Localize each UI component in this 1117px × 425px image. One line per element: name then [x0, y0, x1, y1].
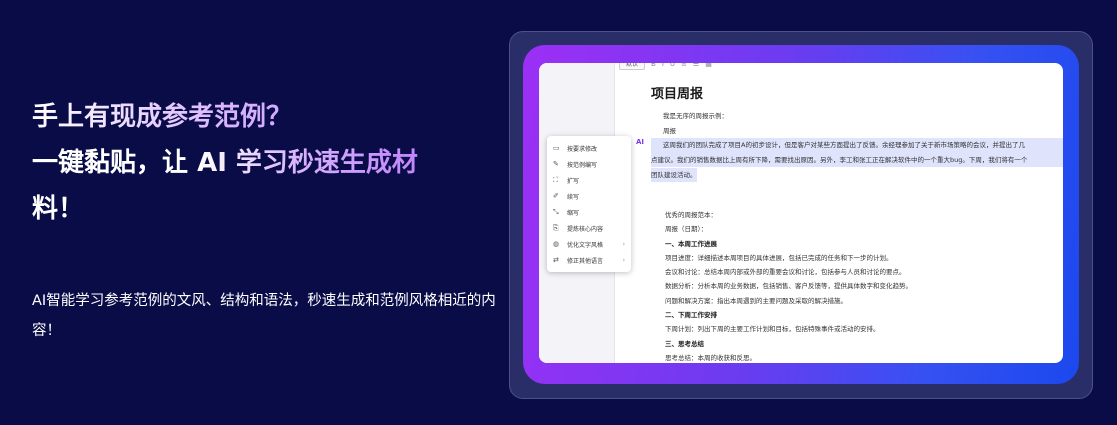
editor-window: 默认 B I U ≡ ☰ ▦ 项目周报 我是无序的周报示例： 周报 这周我们的团…	[539, 63, 1063, 363]
doc-line: 项目进度：详细描述本周项目的具体进展，包括已完成的任务和下一步的计划。	[665, 253, 893, 262]
chevron-right-icon: ›	[622, 256, 625, 264]
menu-item-label: 优化文字风格	[567, 241, 604, 249]
doc-line-selected: 团队建设活动。	[651, 167, 697, 182]
menu-item-label: 缩写	[567, 209, 580, 217]
list-icon[interactable]: ≡	[681, 63, 687, 68]
shrink-icon: ⤡	[553, 207, 559, 216]
menu-item-extract-core[interactable]: ⎘ 提炼核心内容	[547, 220, 631, 236]
menu-item-label: 修正其他语言	[567, 257, 604, 265]
hero-heading-line-1: 手上有现成参考范例？	[32, 94, 472, 140]
document-title: 项目周报	[651, 87, 704, 102]
menu-item-label: 按要求修改	[567, 145, 598, 153]
bold-icon[interactable]: B	[651, 63, 656, 68]
doc-line-selected: 点建议。我们的销售数据比上周有所下降，需要找出原因。另外，李工和张工正在解决软件…	[651, 152, 1063, 167]
table-icon[interactable]: ▦	[705, 63, 712, 68]
hero-heading-line-2: 一键黏贴，让 AI 学习秒速生成材	[32, 140, 472, 186]
translate-icon: ⇄	[553, 256, 559, 264]
menu-item-shorten[interactable]: ⤡ 缩写	[547, 204, 631, 220]
menu-item-optimize-style[interactable]: ◍ 优化文字风格 ›	[547, 236, 631, 252]
hero-heading-line-3: 料！	[32, 194, 85, 224]
pencil-icon: ✐	[553, 192, 559, 200]
chevron-right-icon: ›	[622, 240, 625, 248]
ai-action-menu: ▭ 按要求修改 ✎ 按范例编写 ⛶ 扩写 ✐ 续写 ⤡ 缩写 ⎘ 提炼核心内容 …	[547, 136, 631, 272]
menu-item-expand[interactable]: ⛶ 扩写	[547, 172, 631, 188]
hero-heading-line-2-gradient: AI 学习秒速生成材	[197, 148, 418, 178]
doc-line: 我是无序的周报示例：	[663, 112, 728, 120]
doc-line: 优秀的周报范本：	[665, 211, 717, 219]
doc-line: 周报（日期）：	[665, 225, 708, 234]
menu-item-label: 扩写	[567, 177, 580, 185]
align-icon[interactable]: ☰	[693, 63, 699, 68]
menu-item-label: 按范例编写	[567, 161, 598, 169]
style-select[interactable]: 默认	[619, 63, 646, 70]
menu-item-label: 续写	[567, 193, 580, 201]
hero-heading-line-2-plain: 一键黏贴，让	[32, 148, 189, 178]
doc-heading: 一、本周工作进展	[665, 239, 717, 248]
doc-line: 数据分析：分析本周的业务数据，包括销售、客户反馈等，提供具体数字和变化趋势。	[665, 282, 912, 291]
doc-line: 思考总结：本周的收获和反思。	[665, 353, 756, 362]
ai-assistant-icon[interactable]: AI	[636, 138, 644, 146]
menu-item-translate[interactable]: ⇄ 修正其他语言 ›	[547, 252, 631, 268]
doc-line: 下周计划：列出下周的主要工作计划和目标，包括特殊事件或活动的安排。	[665, 325, 880, 334]
document-upper-section[interactable]: 我是无序的周报示例： 周报 这周我们的团队完成了项目A的初步设计，但是客户对某些…	[651, 109, 1063, 186]
italic-icon[interactable]: I	[662, 63, 664, 68]
document-lower-section[interactable]: 优秀的周报范本： 周报（日期）： 一、本周工作进展 项目进度：详细描述本周项目的…	[665, 208, 1063, 363]
copy-icon: ⎘	[553, 223, 559, 232]
palette-icon: ◍	[553, 240, 560, 248]
doc-line: 会议和讨论：总结本周内部或外部的重要会议和讨论，包括参与人员和讨论的要点。	[665, 268, 906, 277]
hero-heading: 手上有现成参考范例？ 一键黏贴，让 AI 学习秒速生成材 料！	[32, 94, 472, 232]
editor-toolbar: 默认 B I U ≡ ☰ ▦	[619, 63, 1063, 71]
underline-icon[interactable]: U	[670, 63, 675, 68]
menu-item-label: 提炼核心内容	[567, 225, 604, 233]
expand-icon: ⛶	[553, 175, 558, 184]
doc-heading: 三、思考总结	[665, 339, 704, 348]
menu-item-continue[interactable]: ✐ 续写	[547, 188, 631, 204]
menu-item-write-by-example[interactable]: ✎ 按范例编写	[547, 156, 631, 172]
edit-box-icon: ▭	[553, 144, 560, 152]
menu-item-modify[interactable]: ▭ 按要求修改	[547, 140, 631, 156]
doc-line-selected: 这周我们的团队完成了项目A的初步设计，但是客户对某些方面提出了反馈。余经理参加了…	[651, 138, 1063, 153]
pen-icon: ✎	[553, 160, 559, 168]
doc-heading: 二、下周工作安排	[665, 311, 717, 320]
hero-description: AI智能学习参考范例的文风、结构和语法，秒速生成和范例风格相近的内容！	[32, 293, 496, 339]
doc-line: 问题和解决方案：指出本周遇到的主要问题及采取的解决措施。	[665, 296, 847, 305]
doc-line: 周报	[663, 126, 676, 135]
